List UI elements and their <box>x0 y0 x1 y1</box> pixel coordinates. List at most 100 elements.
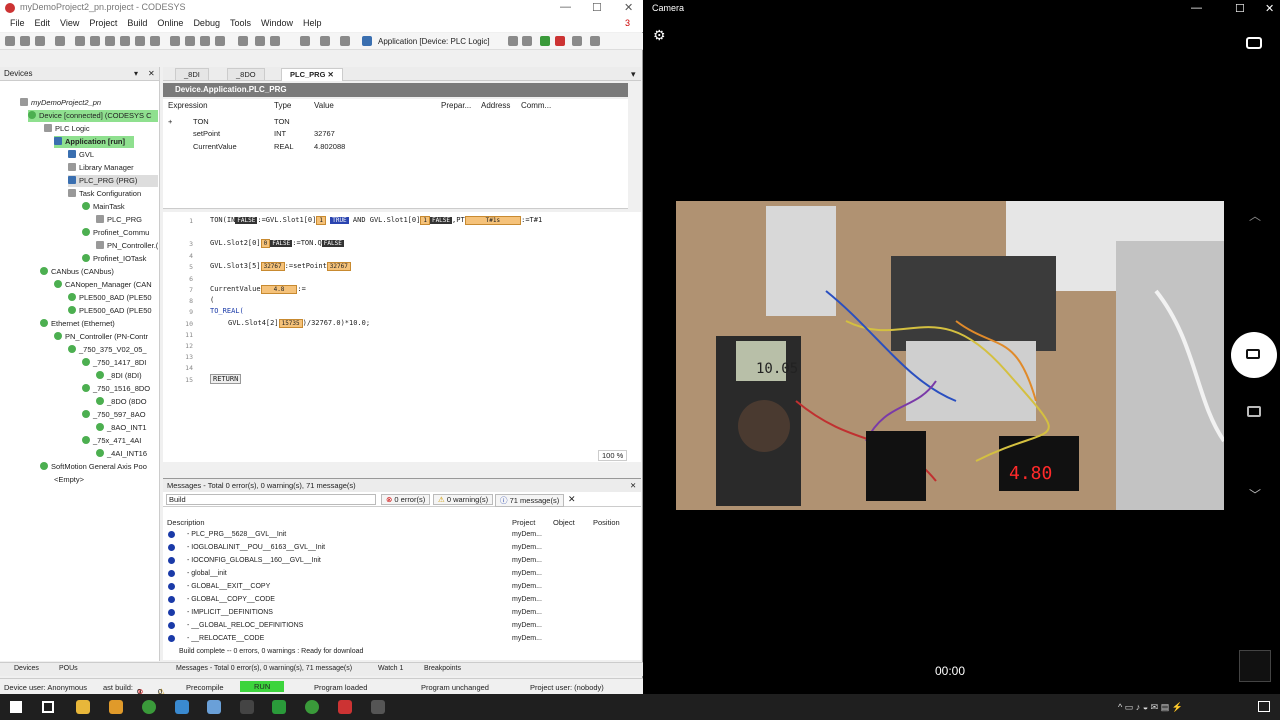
tree-item[interactable]: PLC_PRG <box>96 214 158 226</box>
menu-edit[interactable]: Edit <box>30 17 56 29</box>
tree-item[interactable]: _8DI (8DI) <box>96 370 158 382</box>
col-value[interactable]: Value <box>314 101 334 110</box>
chevron-down-icon[interactable]: ﹀ <box>1249 486 1261 503</box>
start-icon[interactable] <box>540 36 550 46</box>
menu-tools[interactable]: Tools <box>225 17 256 29</box>
start-icon[interactable] <box>10 701 22 713</box>
step-icon[interactable] <box>590 36 600 46</box>
col-address[interactable]: Address <box>481 101 510 110</box>
tree-item[interactable]: PLC Logic <box>44 123 158 135</box>
message-row[interactable]: - __GLOBAL_RELOC_DEFINITIONS myDem... <box>163 620 641 633</box>
messages-filter[interactable]: ⓘ 71 message(s) <box>495 494 565 507</box>
col-project[interactable]: Project <box>512 518 535 527</box>
store-icon[interactable] <box>175 700 189 714</box>
notepad-icon[interactable] <box>207 700 221 714</box>
green-app-icon[interactable] <box>272 700 286 714</box>
tree-item[interactable]: CANopen_Manager (CAN <box>54 279 158 291</box>
switch-camera-icon[interactable] <box>1246 37 1262 49</box>
tree-item[interactable]: myDemoProject2_pn <box>20 97 158 109</box>
minimize-icon[interactable]: — <box>1191 2 1202 14</box>
rebuild-icon[interactable] <box>215 36 225 46</box>
tab-messages[interactable]: Messages - Total 0 error(s), 0 warning(s… <box>176 665 352 672</box>
inline-value[interactable]: FALSE <box>270 240 293 247</box>
menu-online[interactable]: Online <box>152 17 188 29</box>
message-row[interactable]: - GLOBAL__EXIT__COPY myDem... <box>163 581 641 594</box>
maximize-icon[interactable]: ☐ <box>592 1 602 14</box>
codesys-taskbar-icon[interactable] <box>109 700 123 714</box>
indent-icon[interactable] <box>255 36 265 46</box>
window-icon[interactable] <box>320 36 330 46</box>
settings-icon[interactable] <box>340 36 350 46</box>
tree-item[interactable]: PN_Controller.( <box>96 240 158 252</box>
inline-value[interactable]: FALSE <box>235 217 258 224</box>
notification-icon[interactable] <box>1258 701 1270 712</box>
col-type[interactable]: Type <box>274 101 291 110</box>
close-icon[interactable]: ✕ <box>1265 2 1274 15</box>
tree-item[interactable]: _75x_471_4AI <box>82 435 158 447</box>
delete-icon[interactable] <box>150 36 160 46</box>
panel-close-icon[interactable]: ✕ <box>630 481 636 490</box>
tab-8do[interactable]: _8DO <box>227 68 265 81</box>
inline-value[interactable]: 4.8 <box>260 285 298 294</box>
tree-item[interactable]: Profinet_Commu <box>82 227 158 239</box>
application-icon[interactable] <box>362 36 372 46</box>
settings-icon[interactable]: ⚙ <box>653 27 666 44</box>
message-row[interactable]: - PLC_PRG__5628__GVL__Init myDem... <box>163 529 641 542</box>
inline-value[interactable]: T#1s <box>464 216 522 225</box>
tree-item[interactable]: Application [run] <box>54 136 134 148</box>
photo-mode-icon[interactable] <box>1247 406 1261 417</box>
code-editor[interactable]: 1 3 4 5 6 7 8 9 10 11 12 13 14 15 TON(IN… <box>163 212 641 462</box>
tab-list-icon[interactable]: ▾ <box>631 69 636 80</box>
col-position[interactable]: Position <box>593 518 620 527</box>
menu-help[interactable]: Help <box>298 17 327 29</box>
inline-value[interactable]: 15735 <box>278 319 303 328</box>
tree-item[interactable]: <Empty> <box>54 474 158 486</box>
cut-icon[interactable] <box>105 36 115 46</box>
copy-icon[interactable] <box>120 36 130 46</box>
inline-value[interactable]: 0 <box>260 239 271 248</box>
message-row[interactable]: Build complete -- 0 errors, 0 warnings :… <box>163 646 641 659</box>
new-icon[interactable] <box>5 36 15 46</box>
messages-source-select[interactable]: Build <box>166 494 376 505</box>
menu-window[interactable]: Window <box>256 17 298 29</box>
pin-icon[interactable]: ▾ <box>134 69 138 78</box>
find-icon[interactable] <box>170 36 180 46</box>
tree-item[interactable]: Profinet_IOTask <box>82 253 158 265</box>
inline-value[interactable]: FALSE <box>429 217 453 224</box>
message-row[interactable]: - IOCONFIG_GLOBALS__160__GVL__Init myDem.… <box>163 555 641 568</box>
tree-item[interactable]: Ethernet (Ethernet) <box>40 318 158 330</box>
tree-item[interactable]: Task Configuration <box>68 188 158 200</box>
menu-view[interactable]: View <box>55 17 84 29</box>
tab-close-icon[interactable]: ✕ <box>328 70 334 79</box>
menu-build[interactable]: Build <box>122 17 152 29</box>
replace-icon[interactable] <box>185 36 195 46</box>
login-icon[interactable] <box>508 36 518 46</box>
tree-item[interactable]: SoftMotion General Axis Poo <box>40 461 158 473</box>
save-icon[interactable] <box>35 36 45 46</box>
tree-item[interactable]: _750_1516_8DO <box>82 383 158 395</box>
tree-item[interactable]: _750_1417_8DI <box>82 357 158 369</box>
alert-count[interactable]: 3 <box>620 17 635 29</box>
tree-item[interactable]: PN_Controller (PN-Contr <box>54 331 158 343</box>
reset-icon[interactable] <box>572 36 582 46</box>
tree-item[interactable]: _8AO_INT1 <box>96 422 158 434</box>
tab-pous[interactable]: POUs <box>59 665 78 672</box>
close-icon[interactable]: ✕ <box>624 1 633 14</box>
chrome-icon[interactable] <box>142 700 156 714</box>
monitor-icon[interactable] <box>300 36 310 46</box>
minimize-icon[interactable]: — <box>560 1 571 13</box>
redo-icon[interactable] <box>90 36 100 46</box>
message-row[interactable]: - GLOBAL__COPY__CODE myDem... <box>163 594 641 607</box>
tree-item[interactable]: _750_597_8AO <box>82 409 158 421</box>
inline-value[interactable]: 32767 <box>260 262 285 271</box>
inline-value[interactable]: 1 <box>420 216 430 225</box>
tab-watch[interactable]: Watch 1 <box>378 665 403 672</box>
panel-close-icon[interactable]: ✕ <box>148 69 155 78</box>
print-icon[interactable] <box>55 36 65 46</box>
tab-plc-prg[interactable]: PLC_PRG ✕ <box>281 68 343 81</box>
tree-item[interactable]: _4AI_INT16 <box>96 448 158 460</box>
warnings-filter[interactable]: ⚠ 0 warning(s) <box>433 494 494 505</box>
tree-item[interactable]: MainTask <box>82 201 158 213</box>
tree-item[interactable]: PLE500_8AD (PLE50 <box>68 292 158 304</box>
file-explorer-icon[interactable] <box>76 700 90 714</box>
